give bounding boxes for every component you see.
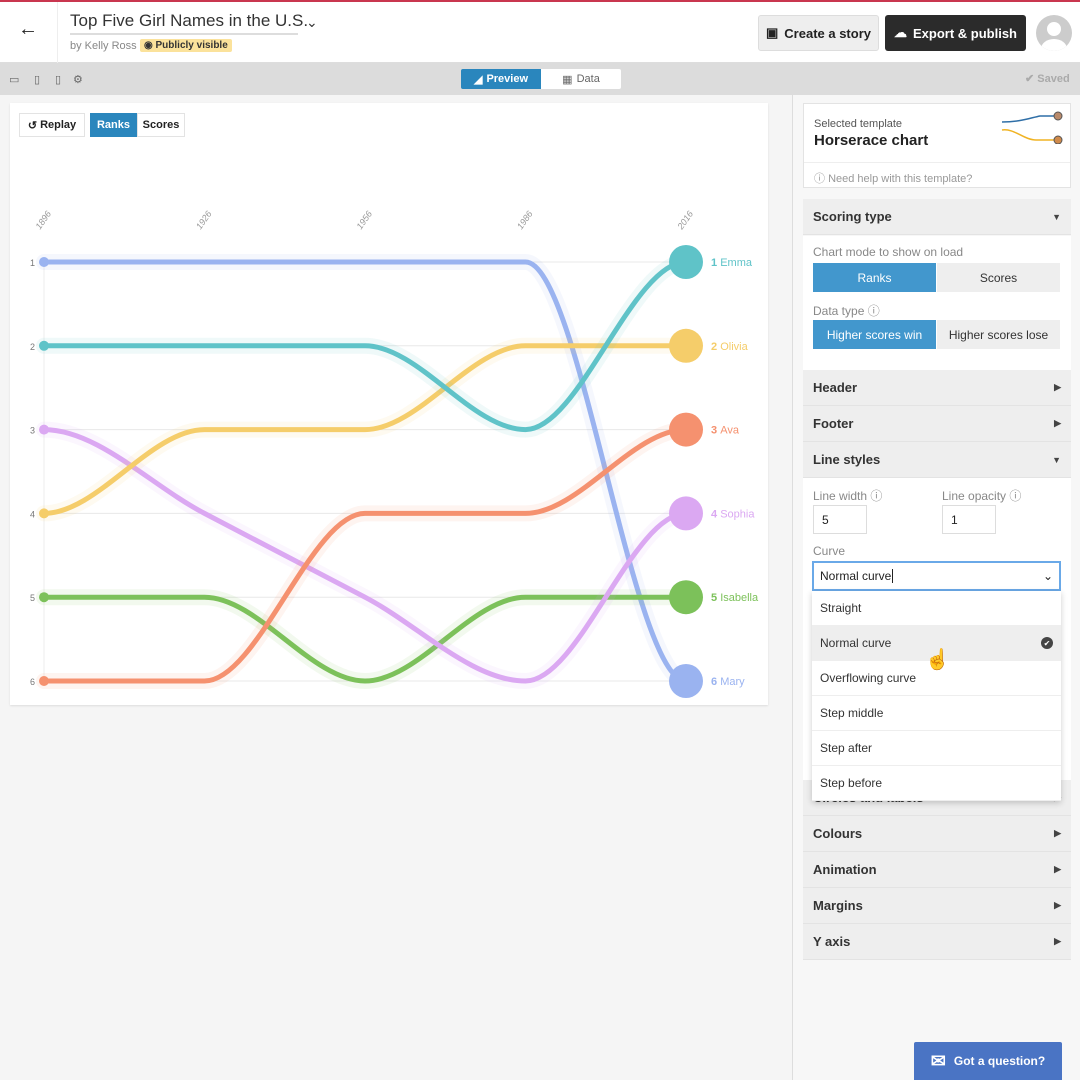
caret-right-icon: ▶ bbox=[1054, 828, 1061, 838]
export-label: Export & publish bbox=[913, 25, 1017, 41]
help-icon[interactable]: ⓘ bbox=[870, 489, 882, 503]
caret-right-icon: ▶ bbox=[1054, 864, 1061, 874]
mode-scores-button[interactable]: Scores bbox=[937, 263, 1060, 292]
table-icon: ▦ bbox=[562, 73, 573, 86]
higher-scores-win-button[interactable]: Higher scores win bbox=[813, 320, 936, 349]
section-title: Line styles bbox=[813, 452, 881, 467]
back-arrow-icon[interactable]: ← bbox=[18, 18, 38, 41]
chart-mode-label: Chart mode to show on load bbox=[813, 245, 964, 259]
caret-down-icon: ▼ bbox=[1052, 211, 1061, 222]
cloud-upload-icon: ☁ bbox=[894, 25, 907, 40]
higher-scores-lose-button[interactable]: Higher scores lose bbox=[937, 320, 1060, 349]
scoring-type-body: Chart mode to show on load Ranks Scores … bbox=[803, 236, 1071, 370]
line-opacity-input[interactable]: 1 bbox=[942, 505, 996, 534]
visibility-label: Publicly visible bbox=[155, 40, 228, 51]
section-title: Scoring type bbox=[813, 209, 892, 224]
section-title: Colours bbox=[813, 826, 863, 841]
curve-dropdown-menu: Straight Normal curve ✔ Overflowing curve… bbox=[812, 591, 1061, 801]
divider bbox=[57, 2, 58, 63]
hand-cursor-icon: ☝ bbox=[925, 649, 950, 671]
section-colours[interactable]: Colours ▶ bbox=[803, 816, 1071, 852]
selected-template-card[interactable]: Selected template Horserace chart ⓘ Need… bbox=[803, 103, 1071, 188]
chart-preview-card bbox=[10, 103, 768, 705]
section-title: Margins bbox=[813, 898, 863, 913]
gear-icon[interactable]: ⚙ bbox=[73, 73, 83, 86]
replay-icon: ↺ bbox=[27, 119, 41, 132]
saved-status: ✔ Saved bbox=[1025, 73, 1070, 85]
play-square-icon: ▣ bbox=[765, 25, 779, 40]
line-opacity-label: Line opacity bbox=[942, 489, 1007, 503]
caret-right-icon: ▶ bbox=[1054, 936, 1061, 946]
section-footer[interactable]: Footer ▶ bbox=[803, 406, 1071, 442]
section-animation[interactable]: Animation ▶ bbox=[803, 852, 1071, 888]
option-straight[interactable]: Straight bbox=[812, 591, 1061, 626]
option-label: Overflowing curve bbox=[820, 671, 917, 685]
visualisation-title[interactable]: Top Five Girl Names in the U.S. bbox=[70, 11, 308, 35]
create-story-button[interactable]: ▣ Create a story bbox=[758, 15, 879, 51]
check-circle-icon: ✔ bbox=[1041, 637, 1053, 649]
section-scoring-type[interactable]: Scoring type ▼ bbox=[803, 199, 1071, 235]
curve-value: Normal curve bbox=[820, 569, 894, 583]
option-label: Straight bbox=[820, 601, 862, 615]
tab-preview[interactable]: ◢ Preview bbox=[461, 69, 541, 89]
caret-right-icon: ▶ bbox=[1054, 418, 1061, 428]
help-icon[interactable]: ⓘ bbox=[868, 304, 880, 318]
caret-down-icon: ▼ bbox=[1052, 454, 1061, 465]
chevron-down-icon[interactable]: ⌄ bbox=[306, 14, 318, 31]
line-width-input[interactable]: 5 bbox=[813, 505, 867, 534]
curve-select[interactable]: Normal curve ⌄ bbox=[812, 561, 1061, 591]
section-title: Animation bbox=[813, 862, 877, 877]
chart-area-icon: ◢ bbox=[473, 73, 483, 86]
section-title: Y axis bbox=[813, 934, 851, 949]
replay-button[interactable]: ↺ Replay bbox=[19, 113, 85, 137]
avatar[interactable] bbox=[1036, 15, 1072, 51]
option-step-after[interactable]: Step after bbox=[812, 731, 1061, 766]
section-header[interactable]: Header ▶ bbox=[803, 370, 1071, 406]
tab-data-label: Data bbox=[576, 73, 600, 85]
option-label: Normal curve bbox=[820, 636, 892, 650]
section-title: Footer bbox=[813, 416, 854, 431]
tablet-view-icon[interactable]: ▯ bbox=[34, 73, 40, 86]
info-icon: ⓘ bbox=[814, 173, 829, 185]
option-label: Step after bbox=[820, 741, 873, 755]
visibility-badge[interactable]: ◉ Publicly visible bbox=[140, 39, 232, 52]
curve-label: Curve bbox=[813, 544, 846, 558]
ask-label: Got a question? bbox=[953, 1054, 1046, 1068]
template-label: Selected template bbox=[814, 118, 903, 130]
template-help-link[interactable]: ⓘ Need help with this template? bbox=[814, 170, 972, 186]
caret-right-icon: ▶ bbox=[1054, 900, 1061, 910]
desktop-view-icon[interactable]: ▭ bbox=[9, 73, 19, 86]
eye-icon: ◉ bbox=[144, 40, 156, 51]
byline: by Kelly Ross bbox=[70, 40, 137, 52]
tab-data[interactable]: ▦ Data bbox=[541, 69, 621, 89]
template-thumbnail bbox=[1001, 111, 1063, 144]
mobile-view-icon[interactable]: ▯ bbox=[55, 73, 61, 86]
envelope-icon: ✉ bbox=[930, 1050, 946, 1071]
help-icon[interactable]: ⓘ bbox=[1009, 489, 1021, 503]
section-line-styles[interactable]: Line styles ▼ bbox=[803, 442, 1071, 478]
section-title: Header bbox=[813, 380, 858, 395]
create-story-label: Create a story bbox=[784, 25, 871, 41]
section-y-axis[interactable]: Y axis ▶ bbox=[803, 924, 1071, 960]
tab-preview-label: Preview bbox=[486, 73, 529, 85]
help-label: Need help with this template? bbox=[828, 173, 973, 185]
line-width-label: Line width bbox=[813, 489, 868, 503]
chevron-down-icon: ⌄ bbox=[1042, 569, 1053, 583]
scores-toggle[interactable]: Scores bbox=[137, 113, 185, 137]
option-step-before[interactable]: Step before bbox=[812, 766, 1061, 801]
replay-label: Replay bbox=[40, 119, 77, 131]
option-label: Step before bbox=[820, 776, 883, 790]
ranks-toggle[interactable]: Ranks bbox=[90, 113, 137, 137]
export-publish-button[interactable]: ☁ Export & publish bbox=[885, 15, 1026, 51]
option-label: Step middle bbox=[820, 706, 884, 720]
template-name: Horserace chart bbox=[814, 132, 929, 149]
option-step-middle[interactable]: Step middle bbox=[812, 696, 1061, 731]
caret-right-icon: ▶ bbox=[1054, 382, 1061, 392]
mode-ranks-button[interactable]: Ranks bbox=[813, 263, 936, 292]
got-a-question-button[interactable]: ✉ Got a question? bbox=[914, 1042, 1062, 1080]
data-type-label: Data type bbox=[813, 304, 865, 318]
section-margins[interactable]: Margins ▶ bbox=[803, 888, 1071, 924]
